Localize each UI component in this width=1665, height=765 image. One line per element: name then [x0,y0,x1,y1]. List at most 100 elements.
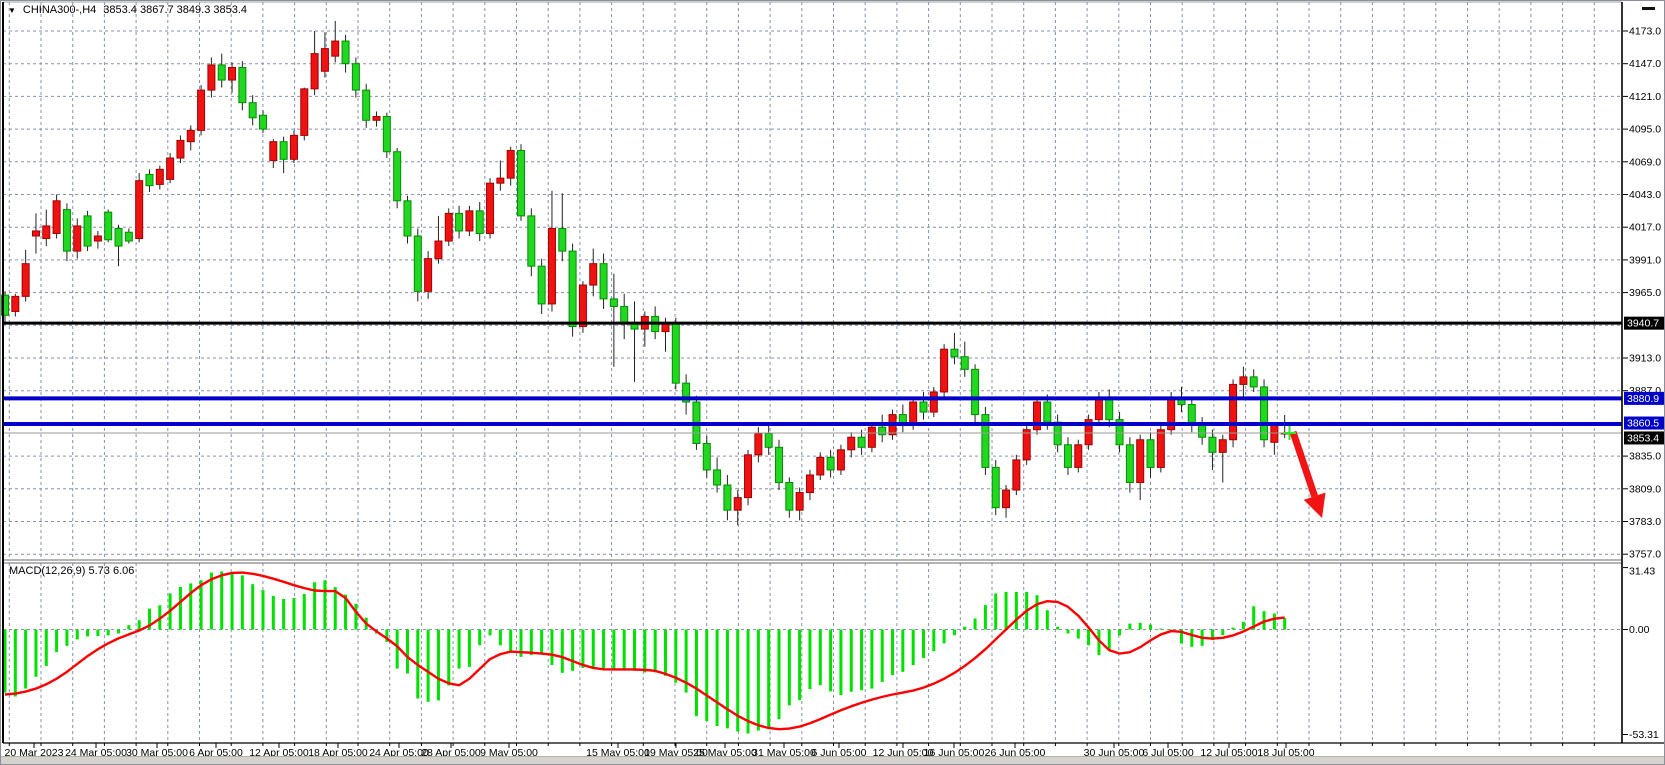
macd-bar [241,575,244,629]
chart-canvas[interactable]: 4173.04147.04121.04095.04069.04043.04017… [1,1,1665,765]
candle [290,135,297,159]
candle [879,427,886,435]
candle [187,130,194,141]
macd-bar [984,605,987,629]
macd-bar [76,630,79,640]
price-axis-label: 4095.0 [1629,124,1661,136]
macd-bar [1005,592,1008,630]
candle [487,183,494,233]
candle [1271,425,1278,443]
candle [1023,430,1030,460]
candle [198,90,205,130]
candle [394,152,401,201]
macd-indicator-values: 5.73 6.06 [88,565,134,577]
candle [910,402,917,425]
candle [724,485,731,510]
macd-bar [1139,623,1142,630]
macd-bar [757,630,760,731]
candle [12,296,19,311]
macd-bar [406,630,409,674]
candle [1157,430,1164,468]
macd-bar [932,630,935,652]
price-axis-label: 3783.0 [1629,516,1661,528]
candle [53,201,60,234]
candle [84,216,91,246]
candle [280,142,287,160]
price-axis-label: 3809.0 [1629,483,1661,495]
macd-bar [550,630,553,665]
candle [1209,437,1216,452]
macd-bar [55,630,58,653]
price-axis-label: 3835.0 [1629,451,1661,463]
macd-bar [1190,630,1193,647]
candle [311,54,318,89]
price-axis-label: 3913.0 [1629,353,1661,365]
price-axis-label: 4043.0 [1629,189,1661,201]
candle [1230,384,1237,439]
macd-bar [881,630,884,682]
candle [239,67,246,102]
price-axis-label: 3991.0 [1629,254,1661,266]
macd-bar [767,630,770,728]
macd-bar [612,630,615,670]
macd-bar [747,630,750,734]
macd-bar [716,630,719,727]
macd-bar [829,630,832,692]
price-axis-label: 3965.0 [1629,287,1661,299]
candle [332,41,339,56]
macd-bar [633,630,636,671]
candle [548,228,555,303]
macd-bar [468,630,471,667]
candle [972,369,979,414]
macd-bar [788,630,791,706]
macd-bar [1273,614,1276,630]
candle [951,349,958,357]
candle [1240,377,1247,385]
candle [765,433,772,447]
candle [745,455,752,498]
candle [456,213,463,231]
macd-bar [107,630,110,636]
macd-bar [220,571,223,629]
candle [466,211,473,231]
macd-bar [994,593,997,629]
horizontal-scroll-strip[interactable] [1,756,1664,764]
candle [177,140,184,158]
macd-caption: MACD(12,26,9) 5.73 6.06 [9,565,134,577]
candle [776,447,783,482]
price-axis-label: 3757.0 [1629,549,1661,561]
candle [806,475,813,493]
price-axis-label: 4069.0 [1629,156,1661,168]
candle [167,158,174,179]
macd-bar [664,630,667,676]
macd-bar [447,630,450,686]
macd-bar [530,630,533,656]
candle [538,266,545,304]
macd-bar [1128,624,1131,630]
symbol-dropdown-icon[interactable]: ▼ [8,5,16,16]
candle [373,117,380,121]
macd-bar [943,630,946,644]
candle [1044,402,1051,422]
macd-bar [262,590,265,629]
macd-bar [437,630,440,701]
price-axis-label: 4173.0 [1629,26,1661,38]
candle [858,437,865,447]
candle [930,392,937,412]
macd-bar [974,618,977,629]
macd-bar [643,630,646,673]
candle [734,498,741,511]
macd-bar [334,587,337,629]
macd-bar [808,630,811,689]
candle [115,228,122,246]
macd-bar [870,630,873,689]
candle [579,285,586,327]
candle [260,115,267,129]
macd-bar [1108,630,1111,650]
macd-bar [96,630,99,637]
macd-bar [592,630,595,668]
macd-bar [1087,630,1090,646]
candle [445,213,452,241]
price-axis-label: 4147.0 [1629,58,1661,70]
macd-bar [272,596,275,629]
